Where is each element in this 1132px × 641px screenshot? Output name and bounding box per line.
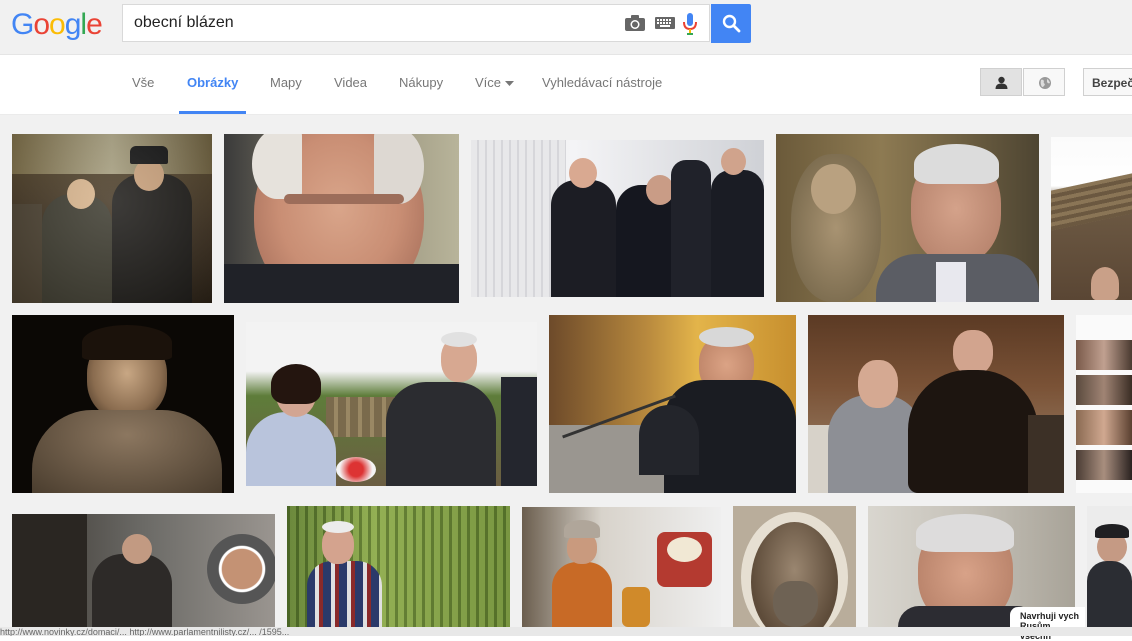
person-icon — [995, 76, 1008, 89]
image-result[interactable] — [1076, 315, 1132, 493]
microphone-icon[interactable] — [683, 12, 697, 36]
tab-all[interactable]: Vše — [132, 75, 154, 90]
logo-letter: g — [64, 8, 82, 41]
tab-more-label: Více — [475, 75, 502, 90]
tab-images[interactable]: Obrázky — [187, 75, 238, 90]
image-result[interactable] — [522, 507, 721, 627]
logo-letter: o — [33, 8, 50, 41]
tab-shopping[interactable]: Nákupy — [399, 75, 443, 90]
search-icon — [722, 14, 741, 33]
image-shading — [12, 134, 212, 303]
public-results-toggle[interactable] — [1023, 68, 1065, 96]
private-results-toggle[interactable] — [980, 68, 1022, 96]
search-input[interactable] — [132, 13, 616, 33]
google-logo[interactable]: Google — [11, 8, 103, 42]
image-result[interactable] — [733, 506, 856, 627]
image-result[interactable] — [12, 315, 234, 493]
tab-videos[interactable]: Videa — [334, 75, 367, 90]
image-result[interactable] — [12, 134, 212, 303]
image-result[interactable] — [1051, 137, 1132, 300]
image-result[interactable] — [808, 315, 1064, 493]
active-tab-indicator — [179, 111, 246, 114]
image-result[interactable] — [12, 514, 275, 627]
status-bar: http://www.novinky.cz/domaci/... http://… — [0, 627, 1132, 636]
safe-search-button[interactable]: Bezpeč — [1083, 68, 1132, 96]
top-bar: Google — [0, 0, 1132, 55]
logo-letter: G — [11, 8, 34, 41]
image-result[interactable] — [471, 140, 764, 297]
image-result[interactable] — [287, 506, 510, 627]
logo-letter: o — [49, 8, 66, 41]
tab-maps[interactable]: Mapy — [270, 75, 302, 90]
search-tabs: Vše Obrázky Mapy Videa Nákupy Více Vyhle… — [0, 55, 1132, 115]
tab-more[interactable]: Více — [475, 75, 515, 90]
keyboard-icon[interactable] — [655, 17, 675, 29]
tab-search-tools[interactable]: Vyhledávací nástroje — [542, 75, 662, 90]
image-result[interactable] — [549, 315, 796, 493]
camera-icon[interactable] — [624, 14, 646, 32]
dropdown-arrow-icon — [505, 81, 515, 87]
image-result[interactable] — [246, 322, 537, 486]
image-result[interactable] — [776, 134, 1039, 302]
search-button[interactable] — [711, 4, 751, 43]
logo-letter: e — [86, 8, 103, 41]
image-result[interactable] — [224, 134, 459, 303]
image-results-grid — [0, 115, 1132, 636]
globe-icon — [1039, 77, 1051, 89]
image-result[interactable] — [1087, 506, 1132, 627]
search-box[interactable] — [122, 4, 710, 42]
